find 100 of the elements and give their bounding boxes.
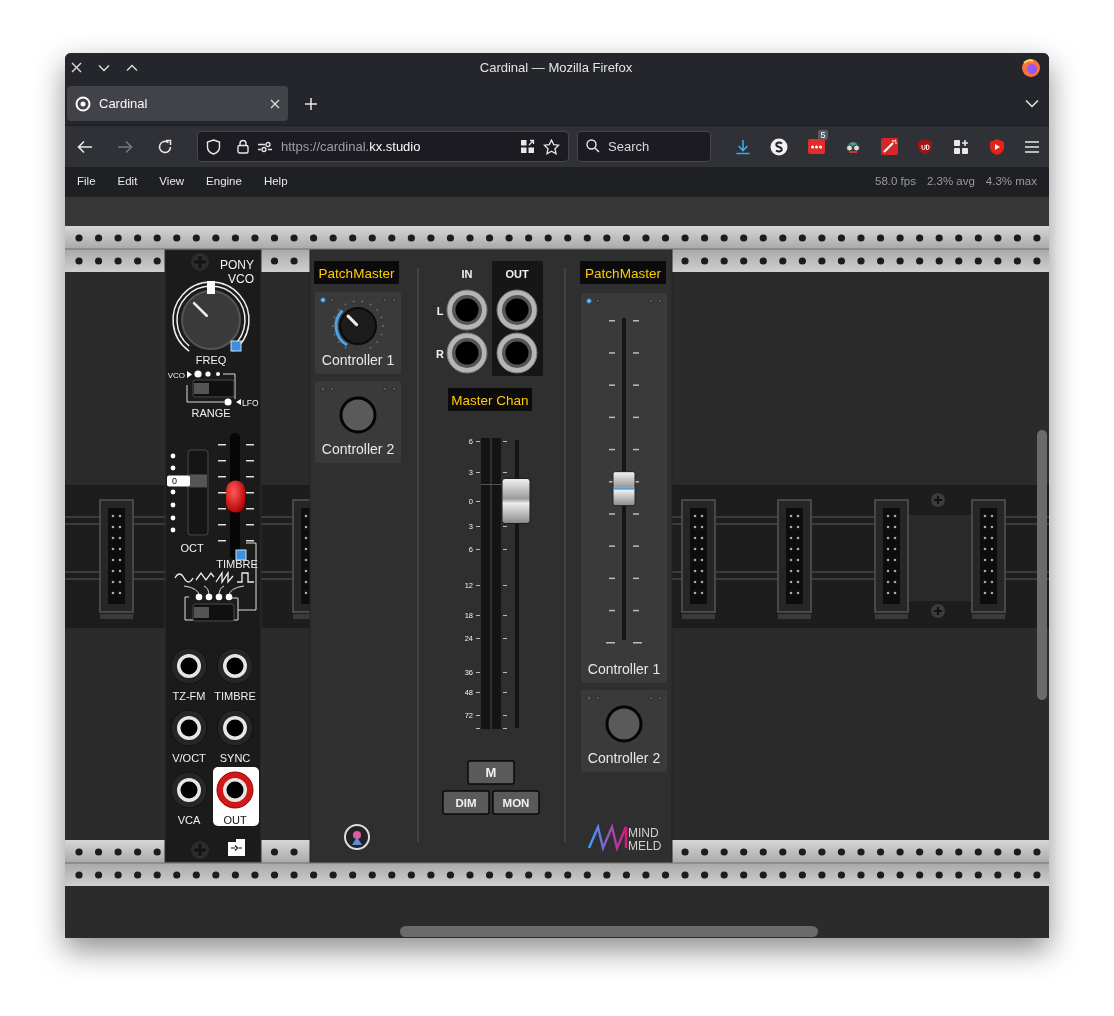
range-switch[interactable] xyxy=(192,379,235,398)
fader[interactable] xyxy=(612,318,636,640)
fader-thumb[interactable] xyxy=(612,471,636,507)
switch-thumb[interactable] xyxy=(189,474,207,488)
cv-indicator xyxy=(235,549,247,561)
horizontal-scrollbar-thumb[interactable] xyxy=(400,926,818,937)
target-icon xyxy=(75,95,91,112)
octave-switch[interactable] xyxy=(187,449,209,536)
lock-icon[interactable] xyxy=(237,139,249,154)
browser-tab[interactable]: Cardinal xyxy=(67,86,288,121)
module-title: VCO xyxy=(228,272,254,286)
close-icon[interactable] xyxy=(71,62,82,73)
tile-dots-drawing xyxy=(595,695,663,701)
menu-item[interactable]: View xyxy=(159,173,185,191)
octave-value-tag: 0 xyxy=(167,475,190,487)
screw-icon xyxy=(931,493,945,507)
controller-button[interactable] xyxy=(339,396,377,434)
panel-label: TIMBRE xyxy=(214,690,256,702)
panel-label: RANGE xyxy=(191,407,231,419)
wand-icon[interactable] xyxy=(881,138,898,155)
audio-jack[interactable] xyxy=(446,332,488,374)
reload-icon[interactable] xyxy=(157,138,173,155)
panel-label: TZ-FM xyxy=(172,690,206,702)
menu-icon[interactable] xyxy=(1025,140,1039,153)
address-field[interactable]: https://cardinal.kx.studio xyxy=(197,131,569,162)
cv-indicator xyxy=(230,340,242,352)
tile-dots-drawing xyxy=(595,298,663,304)
s-circle-icon[interactable] xyxy=(770,137,789,156)
audio-jack[interactable] xyxy=(496,289,538,331)
input-jack[interactable] xyxy=(216,709,254,747)
controller-label: Controller 2 xyxy=(587,750,661,766)
fader-thumb[interactable] xyxy=(501,478,531,524)
freq-knob[interactable] xyxy=(172,281,250,352)
chevron-down-icon[interactable] xyxy=(98,63,110,72)
audio-jack[interactable] xyxy=(446,289,488,331)
shield-extension-icon[interactable] xyxy=(917,138,934,155)
input-jack[interactable] xyxy=(170,709,208,747)
panel-label: FREQ xyxy=(195,354,227,366)
play-icon[interactable] xyxy=(987,137,1006,156)
download-icon[interactable] xyxy=(735,138,751,155)
module-title: PatchMaster xyxy=(580,261,666,284)
controller-label: Controller 1 xyxy=(587,661,661,677)
brand-text: MIND xyxy=(628,826,659,840)
channel-title: Master Chan xyxy=(448,388,532,411)
panel-label: VCO xyxy=(167,370,185,380)
grid-icon[interactable] xyxy=(520,139,535,154)
controller-knob[interactable] xyxy=(332,300,384,349)
controller-button[interactable] xyxy=(605,705,643,743)
search-icon xyxy=(586,139,600,153)
menu-item[interactable]: File xyxy=(77,173,96,191)
vertical-scrollbar-thumb[interactable] xyxy=(1037,430,1047,700)
star-icon[interactable] xyxy=(543,138,560,155)
input-jack[interactable] xyxy=(170,771,208,809)
app-logo-icon xyxy=(1021,57,1041,78)
chevron-down-icon[interactable] xyxy=(1025,99,1039,108)
panel-label: SYNC xyxy=(219,752,251,764)
waveform-switch[interactable] xyxy=(192,603,235,622)
switch-thumb[interactable] xyxy=(194,383,209,394)
controller-label: Controller 1 xyxy=(321,352,395,368)
menu-item[interactable]: Engine xyxy=(206,173,242,191)
timbre-slider[interactable] xyxy=(226,433,245,560)
toggle-button[interactable]: M xyxy=(467,760,515,785)
brand-logo-icon xyxy=(587,823,628,852)
panel-label: VCA xyxy=(177,814,201,826)
panel-label: OUT xyxy=(505,268,529,280)
panel-label: L xyxy=(436,305,444,317)
dots-extension-icon[interactable] xyxy=(807,139,825,154)
forward-arrow-icon[interactable] xyxy=(117,139,133,154)
menu-item[interactable]: Help xyxy=(263,173,288,191)
performance-stat: 58.0 fps xyxy=(875,174,916,190)
input-jack[interactable] xyxy=(216,647,254,685)
panel-label: V/OCT xyxy=(172,752,206,764)
back-arrow-icon[interactable] xyxy=(77,139,93,154)
close-icon[interactable] xyxy=(270,98,280,109)
menu-item[interactable]: Edit xyxy=(117,173,138,191)
screw-icon xyxy=(191,253,209,271)
sawtooth-wave-icon xyxy=(215,570,234,585)
sliders-icon[interactable] xyxy=(257,140,273,153)
panel-label: TIMBRE xyxy=(216,558,258,570)
input-jack[interactable] xyxy=(170,647,208,685)
panel-label: LFO xyxy=(242,398,259,408)
url-text: https://cardinal.kx.studio xyxy=(281,137,422,156)
triangle-wave-icon xyxy=(195,571,215,582)
plus-icon[interactable] xyxy=(304,96,318,111)
output-jack[interactable] xyxy=(216,771,254,809)
window-title: Cardinal — Mozilla Firefox xyxy=(478,58,634,77)
toggle-button[interactable]: DIM xyxy=(442,790,490,815)
toggle-button[interactable]: MON xyxy=(492,790,540,815)
switch-thumb[interactable] xyxy=(194,607,209,618)
notification-count: 5 xyxy=(818,130,828,140)
grid-plus-icon[interactable] xyxy=(952,138,969,155)
fader[interactable] xyxy=(501,440,531,728)
panel-label: OCT xyxy=(180,542,204,554)
performance-stat: 4.3% max xyxy=(985,174,1037,190)
shield-icon[interactable] xyxy=(206,138,221,155)
search-field[interactable]: Search xyxy=(577,131,711,162)
expander-icon xyxy=(228,839,245,856)
audio-jack[interactable] xyxy=(496,332,538,374)
panel-label: R xyxy=(436,348,444,360)
chevron-up-icon[interactable] xyxy=(126,63,138,72)
